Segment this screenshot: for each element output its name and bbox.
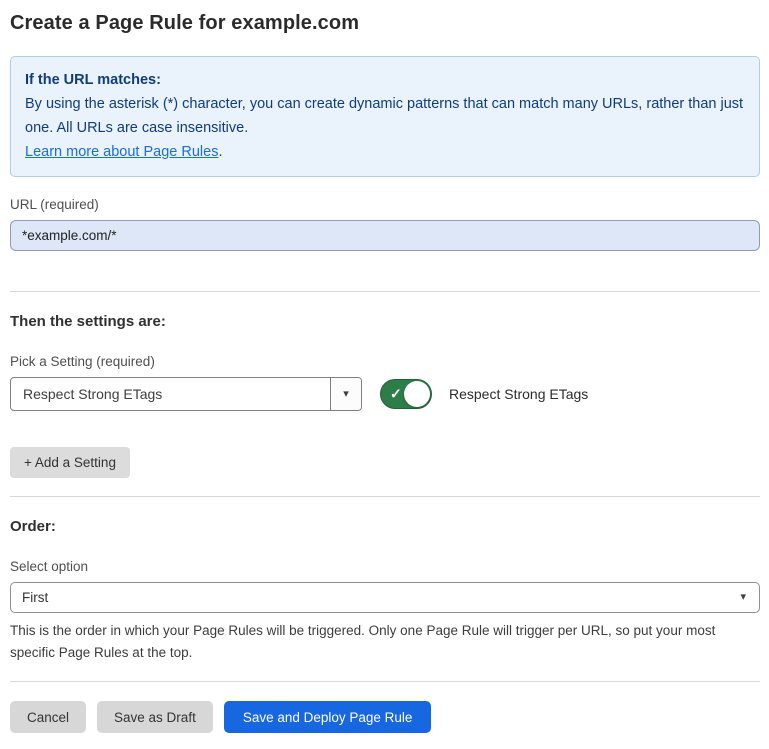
etags-toggle-label: Respect Strong ETags (449, 386, 588, 402)
info-box-link-line: Learn more about Page Rules. (25, 140, 745, 164)
section-divider (10, 291, 760, 292)
order-select[interactable]: First ▾ (10, 582, 760, 613)
order-help-text: This is the order in which your Page Rul… (10, 620, 755, 663)
setting-row: Respect Strong ETags ▾ ✓ Respect Strong … (10, 377, 760, 411)
setting-select-arrow-button[interactable]: ▾ (330, 378, 361, 410)
etags-toggle[interactable]: ✓ (380, 379, 432, 409)
pick-setting-label: Pick a Setting (required) (10, 354, 760, 369)
settings-section-heading: Then the settings are: (10, 313, 760, 330)
learn-more-link[interactable]: Learn more about Page Rules (25, 144, 218, 160)
setting-select[interactable]: Respect Strong ETags ▾ (10, 377, 362, 411)
order-select-value: First (22, 590, 48, 605)
info-box-heading: If the URL matches: (25, 68, 745, 92)
link-suffix: . (218, 144, 222, 160)
save-deploy-button[interactable]: Save and Deploy Page Rule (224, 701, 432, 733)
url-field-label: URL (required) (10, 197, 760, 212)
footer-actions: Cancel Save as Draft Save and Deploy Pag… (10, 701, 760, 733)
page-rule-form: Create a Page Rule for example.com If th… (0, 0, 769, 749)
chevron-down-icon: ▾ (343, 389, 349, 400)
chevron-down-icon: ▾ (740, 592, 746, 603)
setting-select-value: Respect Strong ETags (11, 378, 330, 410)
url-matches-info-box: If the URL matches: By using the asteris… (10, 56, 760, 177)
order-section-heading: Order: (10, 518, 760, 535)
page-title: Create a Page Rule for example.com (10, 12, 760, 35)
add-setting-button[interactable]: + Add a Setting (10, 447, 130, 478)
save-draft-button[interactable]: Save as Draft (97, 701, 213, 733)
cancel-button[interactable]: Cancel (10, 701, 86, 733)
info-box-body: By using the asterisk (*) character, you… (25, 92, 745, 140)
section-divider (10, 496, 760, 497)
url-input[interactable] (10, 220, 760, 251)
order-select-label: Select option (10, 559, 760, 574)
footer-divider (10, 681, 760, 682)
toggle-knob (404, 381, 430, 407)
check-icon: ✓ (390, 387, 402, 401)
etags-toggle-group: ✓ Respect Strong ETags (380, 379, 588, 409)
